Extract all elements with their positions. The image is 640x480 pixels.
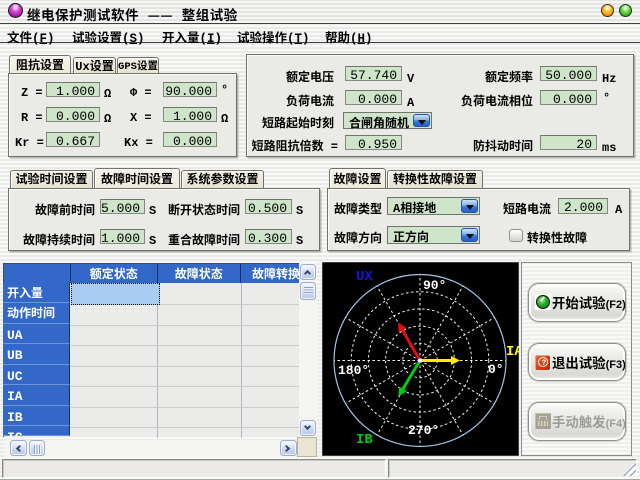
svg-text:90°: 90° [423, 274, 446, 293]
svg-text:IB: IB [356, 428, 373, 448]
svg-text:0°: 0° [488, 358, 504, 377]
svg-text:IA: IA [506, 340, 519, 360]
svg-text:270°: 270° [408, 419, 439, 438]
svg-text:UX: UX [356, 265, 373, 285]
svg-text:180°: 180° [338, 359, 369, 378]
